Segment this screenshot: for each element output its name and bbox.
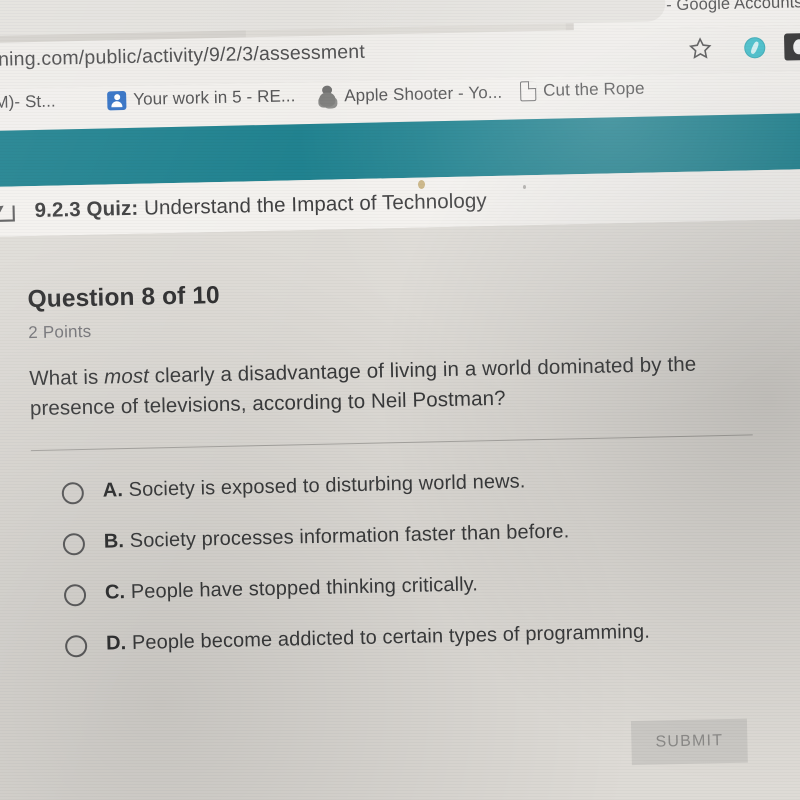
question-stem-emphasis: most — [103, 364, 150, 389]
quiz-title-text: Understand the Impact of Technology — [143, 189, 487, 220]
bookmark-item-apple-shooter[interactable]: Apple Shooter - Yo... — [317, 82, 502, 107]
contacts-icon — [107, 90, 127, 110]
option-letter: D. — [105, 632, 127, 655]
bookmark-label: Apple Shooter - Yo... — [343, 82, 503, 105]
photo-of-screen: what is irony in english - Google × Sign… — [0, 0, 800, 800]
lesson-number: 9.2.3 — [34, 198, 81, 223]
browser-window: what is irony in english - Google × Sign… — [0, 0, 800, 800]
radio-button[interactable] — [61, 482, 85, 505]
bookmark-item-ax[interactable]: AX(TM)- St... — [0, 92, 56, 114]
bookmark-label: Cut the Rope — [542, 78, 645, 100]
page-title: 9.2.3 Quiz: Understand the Impact of Tec… — [34, 189, 487, 223]
bookmark-label: Your work in 5 - RE... — [133, 86, 296, 109]
extension-dark-icon[interactable] — [783, 32, 800, 61]
bookmark-item-your-work[interactable]: Your work in 5 - RE... — [107, 86, 296, 110]
question-stem-part1: What is — [29, 365, 105, 391]
document-icon — [519, 81, 537, 102]
bookmark-item-cut-the-rope[interactable]: Cut the Rope — [519, 78, 645, 102]
quiz-kind-label: Quiz: — [86, 196, 139, 221]
option-letter: C. — [104, 581, 126, 604]
apple-shooter-favicon — [317, 85, 337, 106]
radio-button[interactable] — [64, 634, 88, 658]
question-counter: Question 8 of 10 — [27, 281, 221, 314]
back-to-lesson-arrow-icon[interactable] — [0, 198, 20, 225]
radio-button[interactable] — [63, 583, 87, 607]
question-points: 2 Points — [28, 321, 92, 343]
bookmark-label: AX(TM)- St... — [0, 91, 56, 113]
option-letter: B. — [103, 530, 125, 553]
option-letter: A. — [102, 479, 124, 502]
answer-options-list: A. Society is exposed to disturbing worl… — [61, 466, 726, 684]
submit-button[interactable]: SUBMIT — [630, 718, 748, 766]
radio-button[interactable] — [62, 532, 86, 556]
bookmark-star-icon[interactable] — [688, 36, 713, 61]
